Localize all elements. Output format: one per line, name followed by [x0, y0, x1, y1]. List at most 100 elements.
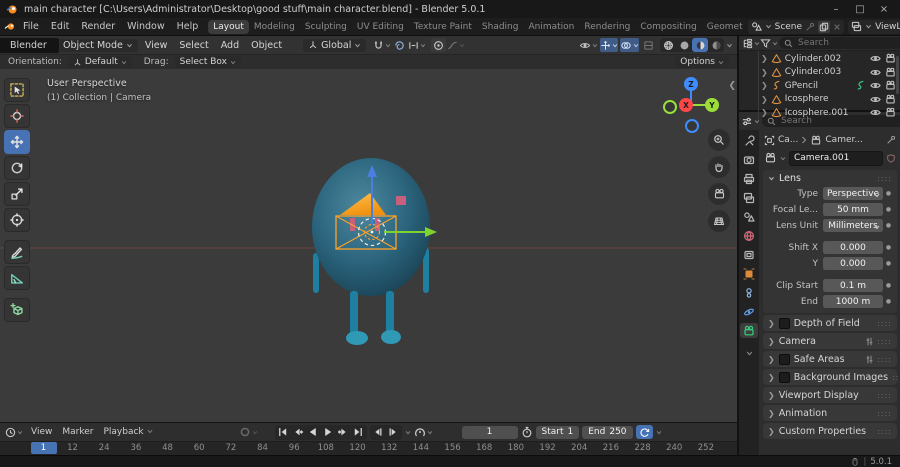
orientation-setting-dropdown[interactable]: Default [67, 56, 132, 68]
panel-drag-handle[interactable]: :::: [877, 391, 892, 400]
animate-property-dot[interactable]: ● [883, 298, 894, 305]
proportional-falloff-dropdown[interactable] [447, 38, 465, 52]
expand-chevron-icon[interactable]: ❯ [761, 81, 768, 90]
properties-tabs-overflow[interactable] [740, 346, 758, 361]
outliner-item-name[interactable]: Icosphere.001 [785, 108, 849, 118]
outliner-item-name[interactable]: GPencil [785, 81, 818, 91]
navigation-gizmo[interactable]: ZYX [663, 75, 723, 135]
panel-drag-handle[interactable]: :::: [877, 319, 892, 328]
unlink-scene-icon[interactable] [833, 23, 841, 31]
gizmo-minus-y-axis[interactable] [663, 100, 677, 114]
workspace-tab-modeling[interactable]: Modeling [249, 20, 300, 34]
outliner-item-name[interactable]: Cylinder.003 [785, 67, 841, 77]
show-gizmo-toggle[interactable] [600, 38, 618, 52]
property-value-field[interactable]: 1000 m [823, 295, 883, 308]
current-frame-field[interactable]: 1 [461, 425, 518, 439]
gizmo-minus-z-axis[interactable] [685, 119, 699, 133]
outliner-item-cylinder-003[interactable]: ❯ Cylinder.003 [739, 66, 900, 80]
snap-target-dropdown[interactable] [408, 38, 426, 52]
viewport-menu-object[interactable]: Object [245, 39, 288, 52]
fake-user-shield-icon[interactable] [886, 153, 896, 164]
viewport-canvas[interactable]: User Perspective (1) Collection | Camera [0, 69, 737, 422]
jump-to-end-button[interactable] [351, 425, 366, 440]
timeline-menu-playback[interactable]: Playback [98, 426, 157, 438]
proportional-editing-toggle[interactable] [431, 38, 447, 52]
auto-keying-toggle[interactable] [239, 425, 258, 439]
shading-material-preview-button[interactable] [692, 38, 708, 52]
next-keyframe-button[interactable] [336, 425, 351, 440]
workspace-tab-shading[interactable]: Shading [477, 20, 524, 34]
playback-sync-button[interactable] [635, 425, 653, 440]
panel-animation[interactable]: ❯ Animation:::: [763, 405, 897, 421]
properties-tab-output[interactable] [740, 171, 758, 186]
gizmo-x-axis[interactable]: X [679, 98, 693, 112]
properties-tab-object[interactable] [740, 266, 758, 281]
viewport-menu-select[interactable]: Select [173, 39, 214, 52]
workspace-tab-animation[interactable]: Animation [523, 20, 579, 34]
new-scene-button[interactable] [818, 20, 831, 33]
workspace-tab-rendering[interactable]: Rendering [579, 20, 635, 34]
step-forward-button[interactable] [386, 425, 401, 440]
measure-tool-button[interactable] [4, 266, 30, 290]
scene-selector[interactable]: Scene [747, 19, 845, 34]
gizmo-z-axis[interactable]: Z [684, 77, 698, 91]
property-value-field[interactable]: Perspective [823, 187, 883, 200]
rotate-tool-button[interactable] [4, 156, 30, 180]
outliner-item-name[interactable]: Icosphere [785, 94, 829, 104]
panel-drag-handle[interactable]: :::: [892, 373, 900, 382]
blender-menu-icon[interactable] [3, 21, 17, 32]
timeline-ruler[interactable]: 1 12 24 36 48 60 72 84 96 108 120 132 144 156 168 180 19… [0, 441, 737, 455]
frame-start-field[interactable]: Start 1 [535, 425, 580, 439]
properties-tab-world[interactable] [740, 228, 758, 243]
panel-checkbox[interactable] [778, 317, 790, 329]
keying-set-button[interactable] [414, 425, 433, 439]
outliner-search-input[interactable] [796, 37, 900, 49]
animate-property-dot[interactable]: ● [883, 190, 894, 197]
outliner-item-icosphere-001[interactable]: ❯ Icosphere.001 [739, 106, 900, 120]
topbar-menu-render[interactable]: Render [75, 20, 121, 33]
add-cube-tool-button[interactable] [4, 298, 30, 322]
play-reverse-button[interactable] [306, 425, 321, 440]
perspective-toggle-button[interactable] [708, 210, 730, 232]
outliner-item-name[interactable]: Cylinder.002 [785, 54, 841, 64]
workspace-tab-sculpting[interactable]: Sculpting [300, 20, 352, 34]
pan-button[interactable] [708, 156, 730, 178]
timeline-menu-marker[interactable]: Marker [57, 426, 98, 438]
pin-icon[interactable] [886, 135, 896, 145]
properties-tab-physics[interactable] [740, 304, 758, 319]
gizmo-y-axis[interactable]: Y [705, 98, 719, 112]
workspace-tab-compositing[interactable]: Compositing [635, 20, 701, 34]
outliner-filter-dropdown[interactable] [759, 36, 777, 50]
expand-chevron-icon[interactable]: ❯ [761, 68, 768, 77]
properties-tab-constraints[interactable] [740, 285, 758, 300]
transform-tool-button[interactable] [4, 208, 30, 232]
panel-camera[interactable]: ❯ Camera:::: [763, 333, 897, 349]
workspace-tab-texture-paint[interactable]: Texture Paint [409, 20, 477, 34]
outliner-item-cylinder-002[interactable]: ❯ Cylinder.002 [739, 52, 900, 66]
topbar-menu-help[interactable]: Help [171, 20, 205, 33]
scale-tool-button[interactable] [4, 182, 30, 206]
chevron-down-icon[interactable] [656, 430, 662, 435]
viewlayer-selector[interactable]: ViewLayer [848, 19, 900, 34]
shading-wireframe-button[interactable] [660, 38, 676, 52]
breadcrumb-data[interactable]: Camer... [825, 135, 863, 145]
properties-tab-view-layer[interactable] [740, 190, 758, 205]
timeline-menu-view[interactable]: View [26, 426, 57, 438]
property-value-field[interactable]: 0.000 [823, 257, 883, 270]
workspace-tab-layout[interactable]: Layout [208, 19, 249, 34]
close-button[interactable]: × [874, 2, 894, 16]
property-value-field[interactable]: 0.000 [823, 241, 883, 254]
panel-checkbox[interactable] [778, 371, 790, 383]
outliner-search[interactable] [779, 37, 900, 49]
pin-icon[interactable] [805, 22, 815, 32]
properties-tab-tool[interactable] [740, 133, 758, 148]
panel-safe-areas[interactable]: ❯ Safe Areas:::: [763, 351, 897, 367]
show-overlays-toggle[interactable] [620, 38, 639, 52]
topbar-menu-file[interactable]: File [17, 20, 45, 33]
properties-tab-render[interactable] [740, 152, 758, 167]
drag-setting-dropdown[interactable]: Select Box [174, 56, 241, 68]
shading-rendered-button[interactable] [708, 38, 724, 52]
prev-keyframe-button[interactable] [291, 425, 306, 440]
step-back-button[interactable] [371, 425, 386, 440]
camera-datablock-icon[interactable] [764, 152, 777, 164]
